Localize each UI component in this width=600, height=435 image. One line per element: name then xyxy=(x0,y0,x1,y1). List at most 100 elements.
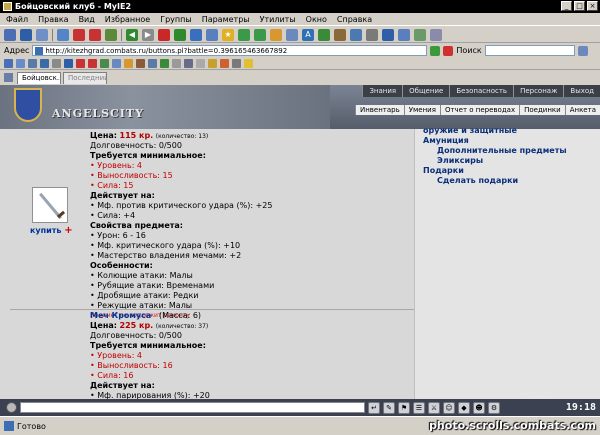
tool-18-icon[interactable] xyxy=(208,59,217,68)
print-icon[interactable] xyxy=(36,28,48,41)
history-icon[interactable] xyxy=(238,28,250,41)
tab-combats[interactable]: Бойцовск... xyxy=(17,72,61,84)
nav-profile[interactable]: Анкета xyxy=(564,105,600,115)
tab-list-icon[interactable] xyxy=(4,73,13,82)
save-icon[interactable] xyxy=(20,28,32,41)
tile-icon[interactable] xyxy=(414,28,426,41)
menu-file[interactable]: Файл xyxy=(6,15,28,24)
nav-transfers[interactable]: Отчет о переводах xyxy=(439,105,519,115)
print-preview-icon[interactable] xyxy=(366,28,378,41)
chat-filter-icon[interactable]: ⚑ xyxy=(398,401,410,414)
nav-fights[interactable]: Поединки xyxy=(519,105,565,115)
tool-21-icon[interactable] xyxy=(244,59,253,68)
nav-knowledge[interactable]: Знания xyxy=(362,85,402,97)
tool-3-icon[interactable] xyxy=(28,59,37,68)
item-entry: Меч Кромуса (Масса: 6) Цена: 225 кр. (ко… xyxy=(10,311,414,399)
go-button[interactable] xyxy=(430,45,441,56)
menu-edit[interactable]: Правка xyxy=(38,15,68,24)
item-name-link[interactable]: Меч Кромуса xyxy=(90,311,151,320)
chat-orb-icon[interactable] xyxy=(6,402,17,413)
chat-user-icon[interactable]: ☺ xyxy=(443,401,455,414)
font-size-icon[interactable]: A xyxy=(302,28,314,41)
back-icon[interactable]: ◀ xyxy=(126,28,138,41)
menu-options[interactable]: Параметры xyxy=(202,15,250,24)
chat-send-icon[interactable]: ↵ xyxy=(368,401,380,414)
minimize-button[interactable]: _ xyxy=(561,1,572,11)
address-input[interactable] xyxy=(45,46,416,55)
menu-favorites[interactable]: Избранное xyxy=(105,15,150,24)
chat-gear-icon[interactable]: ⚙ xyxy=(488,401,500,414)
stop-load-button[interactable] xyxy=(443,45,454,56)
tool-13-icon[interactable] xyxy=(148,59,157,68)
tool-9-icon[interactable] xyxy=(100,59,109,68)
folder-icon[interactable] xyxy=(270,28,282,41)
chat-smile-icon[interactable]: ☻ xyxy=(473,401,485,414)
tool-7-icon[interactable] xyxy=(76,59,85,68)
menu-window[interactable]: Окно xyxy=(306,15,327,24)
tool-14-icon[interactable] xyxy=(160,59,169,68)
menu-help[interactable]: Справка xyxy=(337,15,372,24)
category-ammo[interactable]: Амуниция xyxy=(423,136,567,146)
tool-20-icon[interactable] xyxy=(232,59,241,68)
tool-19-icon[interactable] xyxy=(220,59,229,68)
mail-icon[interactable] xyxy=(350,28,362,41)
nav-security[interactable]: Безопасность xyxy=(449,85,513,97)
close-tab-icon[interactable] xyxy=(73,28,85,41)
tool-5-icon[interactable] xyxy=(52,59,61,68)
tool-4-icon[interactable] xyxy=(40,59,49,68)
nav-skills[interactable]: Умения xyxy=(403,105,440,115)
tool-16-icon[interactable] xyxy=(184,59,193,68)
address-field[interactable] xyxy=(32,45,428,56)
tool-15-icon[interactable] xyxy=(172,59,181,68)
chat-shield-icon[interactable]: ◆ xyxy=(458,401,470,414)
home-icon[interactable] xyxy=(190,28,202,41)
nav-communication[interactable]: Общение xyxy=(402,85,449,97)
page-icon[interactable] xyxy=(286,28,298,41)
maximize-button[interactable]: □ xyxy=(574,1,585,11)
category-make-gifts[interactable]: Сделать подарки xyxy=(423,176,567,186)
favorites-icon[interactable]: ★ xyxy=(222,28,234,41)
menu-groups[interactable]: Группы xyxy=(160,15,191,24)
tool-6-icon[interactable] xyxy=(64,59,73,68)
category-gifts[interactable]: Подарки xyxy=(423,166,567,176)
chat-input[interactable] xyxy=(20,402,365,413)
globe-icon[interactable] xyxy=(318,28,330,41)
tool-12-icon[interactable] xyxy=(136,59,145,68)
tool-8-icon[interactable] xyxy=(88,59,97,68)
nav-inventory[interactable]: Инвентарь xyxy=(354,105,404,115)
buy-link[interactable]: купить + xyxy=(30,225,73,236)
nav-exit[interactable]: Выход xyxy=(563,85,600,97)
tool-10-icon[interactable] xyxy=(112,59,121,68)
category-weapons[interactable]: оружие и защитные xyxy=(423,126,567,136)
tool-11-icon[interactable] xyxy=(124,59,133,68)
tool-1-icon[interactable] xyxy=(4,59,13,68)
category-extra-items[interactable]: Дополнительные предметы xyxy=(423,146,567,156)
tool-2-icon[interactable] xyxy=(16,59,25,68)
refresh-icon[interactable] xyxy=(174,28,186,41)
cascade-icon[interactable] xyxy=(430,28,442,41)
restore-icon[interactable] xyxy=(105,28,117,41)
tool-17-icon[interactable] xyxy=(196,59,205,68)
proxy-icon[interactable] xyxy=(334,28,346,41)
menu-view[interactable]: Вид xyxy=(79,15,95,24)
search-icon[interactable] xyxy=(206,28,218,41)
menu-tools[interactable]: Утилиты xyxy=(260,15,296,24)
nav-character[interactable]: Персонаж xyxy=(513,85,563,97)
undo-icon[interactable] xyxy=(382,28,394,41)
stop-icon[interactable] xyxy=(158,28,170,41)
tab-last[interactable]: Последний д... xyxy=(63,72,107,84)
chat-private-icon[interactable]: ☰ xyxy=(413,401,425,414)
close-all-icon[interactable] xyxy=(89,28,101,41)
refresh-label[interactable]: Обновить xyxy=(520,393,550,400)
search-go-button[interactable] xyxy=(577,45,588,56)
chat-sword-icon[interactable]: ⚔ xyxy=(428,401,440,414)
search-input[interactable] xyxy=(484,45,575,56)
windows-icon[interactable] xyxy=(398,28,410,41)
forward-icon[interactable]: ▶ xyxy=(142,28,154,41)
groups-icon[interactable] xyxy=(254,28,266,41)
category-elixirs[interactable]: Эликсиры xyxy=(423,156,567,166)
close-button[interactable]: × xyxy=(587,1,598,11)
new-tab-icon[interactable] xyxy=(57,28,69,41)
new-window-icon[interactable] xyxy=(4,28,16,41)
chat-clear-icon[interactable]: ✎ xyxy=(383,401,395,414)
